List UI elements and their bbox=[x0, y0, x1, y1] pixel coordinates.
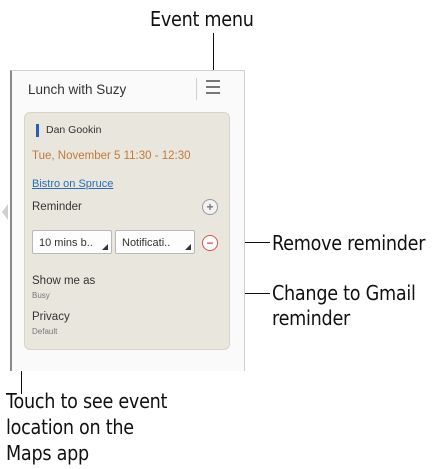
show-me-as-label[interactable]: Show me as bbox=[32, 275, 95, 287]
calendar-owner: Dan Gookin bbox=[36, 124, 101, 137]
dropdown-arrow-icon bbox=[185, 244, 191, 250]
show-me-as-value: Busy bbox=[32, 291, 50, 300]
reminder-type-value: Notificati.. bbox=[122, 237, 171, 249]
callout-touch-2: location on the bbox=[6, 415, 134, 439]
event-title: Lunch with Suzy bbox=[28, 82, 127, 97]
event-datetime: Tue, November 5 11:30 - 12:30 bbox=[32, 150, 191, 162]
panel-edge-notch bbox=[2, 204, 8, 220]
privacy-value: Default bbox=[32, 327, 58, 336]
privacy-label[interactable]: Privacy bbox=[32, 311, 70, 323]
callout-touch-3: Maps app bbox=[6, 441, 89, 465]
callout-change-gmail-2: reminder bbox=[272, 306, 351, 330]
add-reminder-button[interactable]: + bbox=[202, 199, 218, 215]
callout-event-menu: Event menu bbox=[150, 7, 254, 31]
menu-icon[interactable] bbox=[206, 80, 224, 98]
minus-circle-icon: − bbox=[206, 236, 214, 250]
plus-circle-icon: + bbox=[206, 200, 214, 214]
reminder-type-select[interactable]: Notificati.. bbox=[115, 230, 195, 254]
remove-reminder-button[interactable]: − bbox=[202, 235, 218, 251]
dropdown-arrow-icon bbox=[102, 244, 108, 250]
event-location-link[interactable]: Bistro on Spruce bbox=[32, 178, 113, 190]
callout-change-gmail-1: Change to Gmail bbox=[272, 281, 416, 305]
title-divider bbox=[196, 78, 197, 100]
callout-touch-1: Touch to see event bbox=[6, 389, 168, 413]
reminder-label: Reminder bbox=[32, 201, 82, 213]
callout-remove-reminder: Remove reminder bbox=[272, 231, 426, 255]
reminder-time-value: 10 mins b.. bbox=[39, 237, 93, 249]
reminder-time-select[interactable]: 10 mins b.. bbox=[32, 230, 112, 254]
